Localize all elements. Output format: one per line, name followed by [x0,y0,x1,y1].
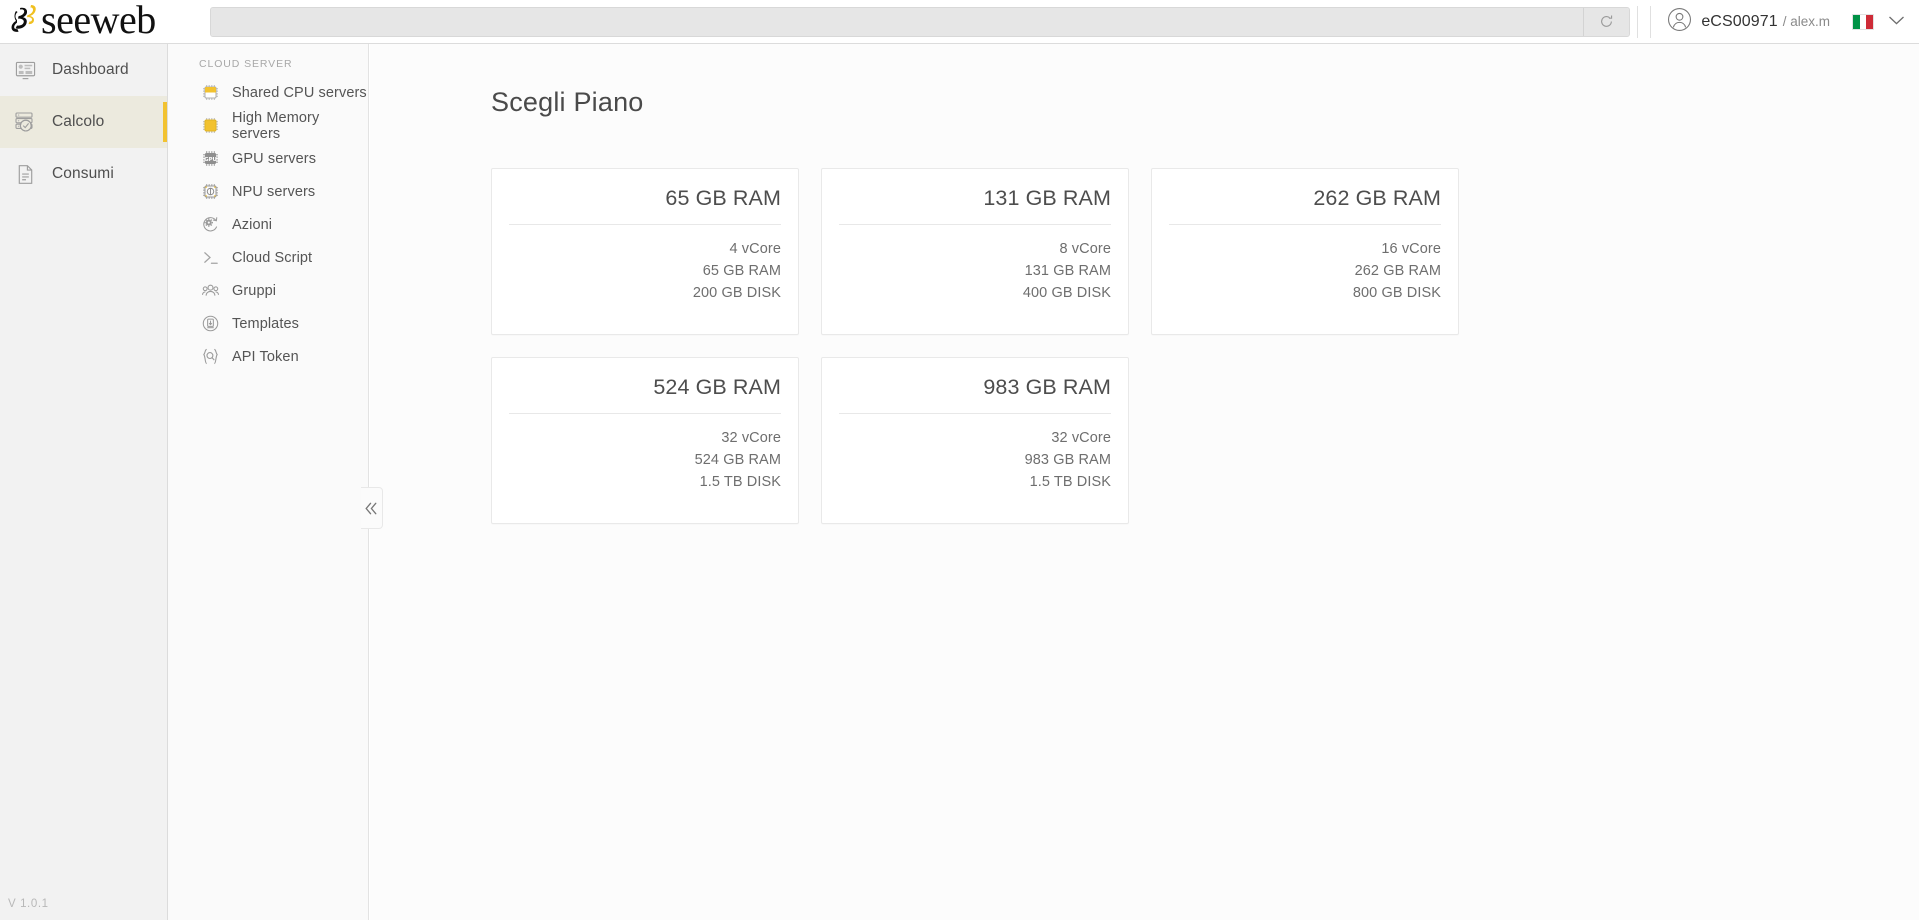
sidebar-item-label: Consumi [52,165,114,182]
submenu-item-templates[interactable]: Templates [168,307,368,340]
brand-name: seeweb [41,0,156,42]
account-area: eCS00971 / alex.m [1630,0,1919,44]
submenu-item-gpu-servers[interactable]: GPU GPU servers [168,142,368,175]
submenu-item-cloud-script[interactable]: Cloud Script [168,241,368,274]
plan-title: 65 GB RAM [665,186,781,210]
submenu-item-label: Gruppi [232,282,277,299]
npu-chip-icon [199,182,221,201]
cpu-chip-half-icon [199,83,221,102]
users-group-icon [199,281,221,300]
svg-text:GPU: GPU [204,157,217,163]
search-bar[interactable] [210,6,1630,37]
plan-specs: 4 vCore 65 GB RAM 200 GB DISK [509,225,781,304]
refresh-icon[interactable] [1583,7,1629,36]
plan-cpu: 8 vCore [1059,241,1111,257]
main-content: Scegli Piano 65 GB RAM 4 vCore 65 GB RAM… [370,44,1919,920]
cpu-chip-full-icon [199,116,221,135]
server-stack-check-icon [8,111,42,133]
search-input[interactable] [211,7,1583,36]
submenu-item-label: High Memory servers [232,109,320,142]
plan-ram: 262 GB RAM [1354,263,1441,279]
plan-ram: 524 GB RAM [694,452,781,468]
top-bar: seeweb eCS00971 / alex.m [0,0,1919,44]
plan-ram: 65 GB RAM [702,263,781,279]
plan-card[interactable]: 65 GB RAM 4 vCore 65 GB RAM 200 GB DISK [491,168,799,335]
app-version: V 1.0.1 [8,898,49,910]
account-username[interactable]: / alex.m [1783,14,1830,29]
flag-band-red [1866,14,1874,29]
plan-title: 262 GB RAM [1313,186,1441,210]
double-chevron-left-icon[interactable] [361,487,383,529]
plan-cpu: 16 vCore [1381,241,1441,257]
plan-ram: 131 GB RAM [1024,263,1111,279]
submenu-item-label: Cloud Script [232,249,313,266]
italy-flag-icon[interactable] [1852,13,1874,30]
terminal-prompt-icon [199,248,221,267]
gpu-chip-icon: GPU [199,149,221,168]
sidebar-item-dashboard[interactable]: Dashboard [0,44,167,96]
plan-ram: 983 GB RAM [1024,452,1111,468]
plan-disk: 400 GB DISK [1022,285,1111,301]
submenu-item-api-token[interactable]: API Token [168,340,368,373]
plan-specs: 16 vCore 262 GB RAM 800 GB DISK [1169,225,1441,304]
plan-title: 983 GB RAM [983,375,1111,399]
sidebar-item-consumi[interactable]: Consumi [0,148,167,200]
plan-card-grid: 65 GB RAM 4 vCore 65 GB RAM 200 GB DISK … [491,168,1501,524]
seeweb-3-mark-icon [8,2,42,41]
plan-specs: 32 vCore 524 GB RAM 1.5 TB DISK [509,414,781,493]
submenu-item-high-memory-servers[interactable]: High Memory servers [168,109,368,142]
submenu-item-label: API Token [232,348,299,365]
plan-title: 524 GB RAM [653,375,781,399]
submenu-item-azioni[interactable]: Azioni [168,208,368,241]
actions-gear-refresh-icon [199,215,221,234]
plan-cpu: 4 vCore [729,241,781,257]
divider [1637,5,1639,38]
sidebar-item-label: Dashboard [52,61,129,78]
sidebar-item-calcolo[interactable]: Calcolo [0,96,167,148]
submenu-item-label: Templates [232,315,299,332]
document-lines-icon [8,164,42,185]
api-token-key-icon [199,347,221,366]
plan-card[interactable]: 524 GB RAM 32 vCore 524 GB RAM 1.5 TB DI… [491,357,799,524]
primary-sidebar: Dashboard Calcolo Consumi V 1.0.1 [0,44,168,920]
user-avatar-icon[interactable] [1667,7,1692,37]
submenu-item-label: Shared CPU servers [232,84,367,101]
plan-disk: 200 GB DISK [692,285,781,301]
flag-band-white [1859,14,1867,29]
account-id[interactable]: eCS00971 [1701,13,1777,31]
page-title: Scegli Piano [491,87,644,117]
plan-specs: 8 vCore 131 GB RAM 400 GB DISK [839,225,1111,304]
submenu-item-label: NPU servers [232,183,316,200]
plan-card[interactable]: 983 GB RAM 32 vCore 983 GB RAM 1.5 TB DI… [821,357,1129,524]
plan-title: 131 GB RAM [983,186,1111,210]
submenu-item-label: Azioni [232,216,273,233]
dashboard-monitor-icon [8,60,42,81]
plan-disk: 1.5 TB DISK [699,474,781,490]
template-stack-icon [199,314,221,333]
brand-logo[interactable]: seeweb [0,0,210,44]
plan-card[interactable]: 262 GB RAM 16 vCore 262 GB RAM 800 GB DI… [1151,168,1459,335]
submenu-section-title: CLOUD SERVER [199,58,293,70]
plan-specs: 32 vCore 983 GB RAM 1.5 TB DISK [839,414,1111,493]
secondary-sidebar: CLOUD SERVER Shared CPU servers High Mem… [168,44,369,920]
submenu-item-label: GPU servers [232,150,317,167]
plan-disk: 800 GB DISK [1352,285,1441,301]
plan-disk: 1.5 TB DISK [1029,474,1111,490]
chevron-down-icon[interactable] [1888,13,1905,31]
plan-cpu: 32 vCore [1051,430,1111,446]
submenu-item-npu-servers[interactable]: NPU servers [168,175,368,208]
submenu-item-shared-cpu-servers[interactable]: Shared CPU servers [168,76,368,109]
divider [1650,5,1652,38]
sidebar-item-label: Calcolo [52,113,105,130]
plan-card[interactable]: 131 GB RAM 8 vCore 131 GB RAM 400 GB DIS… [821,168,1129,335]
submenu-item-gruppi[interactable]: Gruppi [168,274,368,307]
flag-band-green [1853,14,1860,29]
plan-cpu: 32 vCore [721,430,781,446]
